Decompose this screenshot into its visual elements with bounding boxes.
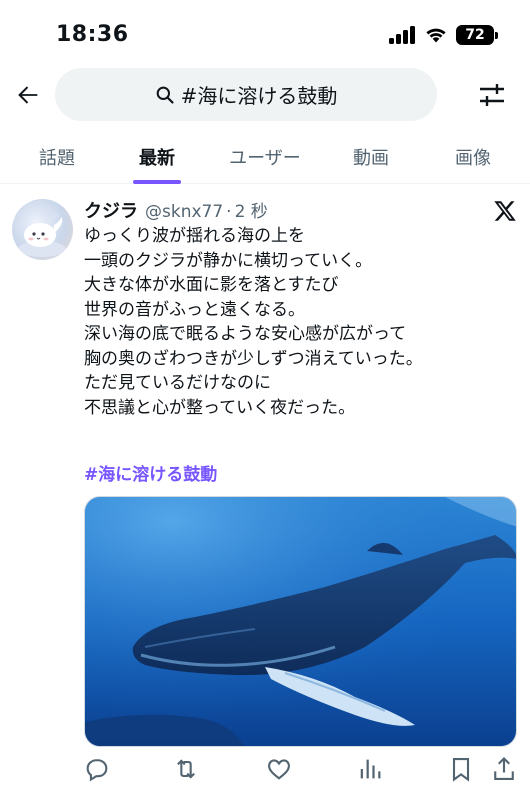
wifi-icon — [426, 28, 446, 43]
reply-icon[interactable] — [83, 755, 111, 783]
tab-latest[interactable]: 最新 — [104, 130, 210, 184]
sliders-icon — [480, 84, 504, 106]
active-tab-indicator — [133, 180, 181, 184]
post-line: ただ見ているだけなのに — [84, 373, 271, 393]
post-image[interactable] — [84, 496, 517, 747]
status-time: 18:36 — [56, 22, 129, 47]
views-icon[interactable] — [356, 755, 384, 783]
post-line: 世界の音がふっと遠くなる。 — [84, 299, 305, 320]
post-line: 深い海の底で眠るような安心感が広がって — [84, 324, 407, 344]
post-line: 一頭のクジラが静かに横切っていく。 — [84, 250, 373, 271]
post-timestamp[interactable]: 2 秒 — [235, 197, 268, 222]
arrow-left-icon — [18, 86, 38, 104]
separator-dot: · — [226, 202, 232, 222]
search-filter-button[interactable] — [477, 80, 507, 110]
post-line: 大きな体が水面に影を落とすたび — [84, 275, 339, 295]
search-query: #海に溶ける鼓動 — [180, 84, 338, 108]
search-icon — [156, 86, 174, 104]
hashtag-link[interactable]: #海に溶ける鼓動 — [84, 460, 217, 485]
post-header: クジラ @sknx77 · 2 秒 — [84, 197, 268, 223]
post-line: 不思議と心が整っていく夜だった。 — [84, 397, 356, 418]
bookmark-icon[interactable] — [447, 755, 475, 783]
search-input[interactable]: #海に溶ける鼓動 — [55, 68, 437, 121]
search-tabs: 話題 最新 ユーザー 動画 画像 — [0, 130, 530, 184]
x-logo-icon — [494, 201, 516, 221]
tab-users[interactable]: ユーザー — [212, 130, 318, 184]
retweet-icon[interactable] — [172, 755, 200, 783]
tab-videos[interactable]: 動画 — [318, 130, 424, 184]
post-line: 胸の奥のざわつきが少しずつ消えていった。 — [84, 348, 423, 369]
battery-icon: 72 — [456, 25, 498, 45]
tab-trending[interactable]: 話題 — [4, 130, 110, 184]
avatar[interactable] — [12, 199, 73, 260]
post-actions — [0, 755, 530, 785]
post-text: ゆっくり波が揺れる海の上を 一頭のクジラが静かに横切っていく。 大きな体が水面に… — [84, 224, 514, 420]
post-line: ゆっくり波が揺れる海の上を — [84, 226, 305, 246]
share-icon[interactable] — [490, 755, 518, 783]
whale-photo — [85, 497, 516, 746]
status-bar: 18:36 72 — [0, 0, 530, 68]
cellular-signal-icon — [389, 26, 415, 44]
like-icon[interactable] — [265, 755, 293, 783]
back-button[interactable] — [12, 79, 44, 111]
tab-images[interactable]: 画像 — [420, 130, 526, 184]
author-handle[interactable]: @sknx77 — [145, 202, 223, 222]
author-name[interactable]: クジラ — [84, 197, 138, 223]
whale-avatar-icon — [18, 214, 66, 257]
